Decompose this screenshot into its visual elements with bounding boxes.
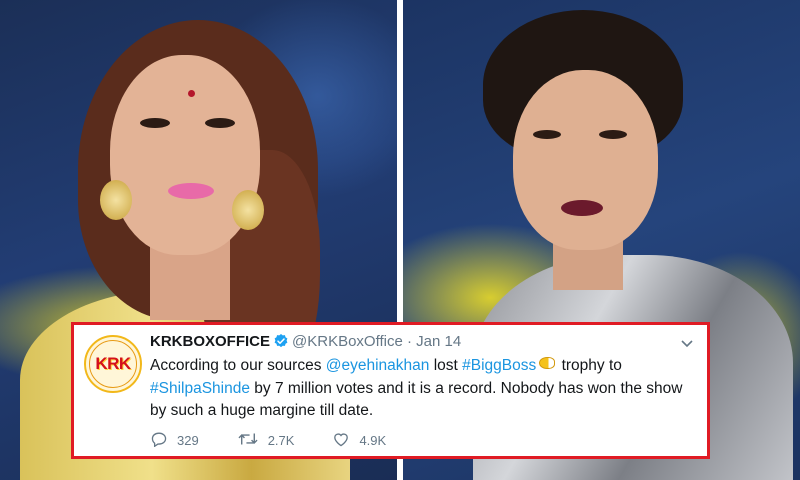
retweet-button[interactable]: 2.7K bbox=[237, 431, 295, 450]
separator: · bbox=[407, 333, 412, 350]
bigg-boss-eye-icon bbox=[539, 357, 556, 369]
avatar[interactable]: KRK bbox=[84, 335, 142, 393]
hashtag-link[interactable]: #ShilpaShinde bbox=[150, 380, 250, 397]
tweet-text-part: According to our sources bbox=[150, 357, 326, 374]
earring bbox=[100, 180, 132, 220]
tweet-text-part: trophy to bbox=[557, 357, 622, 374]
lips bbox=[561, 200, 603, 216]
eye bbox=[533, 130, 561, 139]
display-name[interactable]: KRKBOXOFFICE bbox=[150, 333, 270, 350]
mention-link[interactable]: @eyehinakhan bbox=[326, 357, 430, 374]
reply-count: 329 bbox=[177, 433, 199, 448]
chevron-down-icon[interactable] bbox=[681, 335, 693, 351]
tweet-text: According to our sources @eyehinakhan lo… bbox=[150, 355, 695, 423]
like-count: 4.9K bbox=[359, 433, 387, 448]
tweet-card[interactable]: KRK KRKBOXOFFICE @KRKBoxOffice · Jan 14 A… bbox=[71, 322, 710, 459]
like-button[interactable]: 4.9K bbox=[332, 431, 386, 450]
eye bbox=[599, 130, 627, 139]
heart-icon bbox=[332, 431, 359, 450]
lips bbox=[168, 183, 214, 199]
tweet-actions: 329 2.7K 4.9K bbox=[150, 431, 424, 450]
retweet-count: 2.7K bbox=[267, 433, 295, 448]
reply-button[interactable]: 329 bbox=[150, 431, 199, 450]
retweet-icon bbox=[237, 431, 268, 450]
tweet-header: KRKBOXOFFICE @KRKBoxOffice · Jan 14 bbox=[150, 331, 461, 356]
avatar-logo: KRK bbox=[95, 354, 131, 373]
bindi bbox=[188, 90, 195, 97]
earring bbox=[232, 190, 264, 230]
hashtag-link[interactable]: #BiggBoss bbox=[462, 357, 536, 374]
eye bbox=[205, 118, 235, 128]
face bbox=[513, 70, 658, 250]
tweet-text-part: lost bbox=[429, 357, 463, 374]
reply-icon bbox=[150, 431, 177, 450]
timestamp[interactable]: Jan 14 bbox=[416, 333, 461, 350]
eye bbox=[140, 118, 170, 128]
verified-badge-icon bbox=[273, 333, 289, 356]
handle[interactable]: @KRKBoxOffice bbox=[292, 333, 403, 350]
